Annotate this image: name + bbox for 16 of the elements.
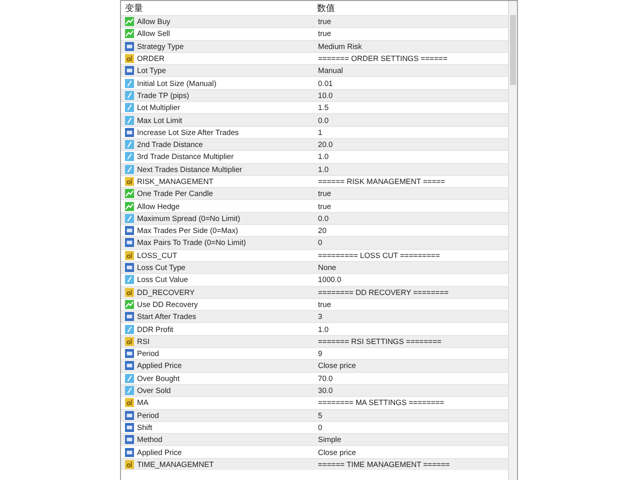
text-icon xyxy=(125,288,134,297)
chart-icon xyxy=(125,17,134,26)
text-icon xyxy=(125,177,134,186)
chart-icon xyxy=(125,189,134,198)
scrollbar-thumb[interactable] xyxy=(510,15,516,85)
chart-icon xyxy=(125,29,134,38)
text-icon xyxy=(125,54,134,64)
scrollbar[interactable] xyxy=(508,1,517,480)
chart-icon xyxy=(125,300,134,309)
text-icon xyxy=(125,398,134,408)
column-header[interactable]: 数值 xyxy=(313,2,508,14)
text-icon xyxy=(125,250,134,260)
text-icon xyxy=(125,336,134,346)
chart-icon xyxy=(125,202,134,211)
column-header[interactable]: 变量 xyxy=(121,2,313,14)
text-icon xyxy=(125,460,134,469)
